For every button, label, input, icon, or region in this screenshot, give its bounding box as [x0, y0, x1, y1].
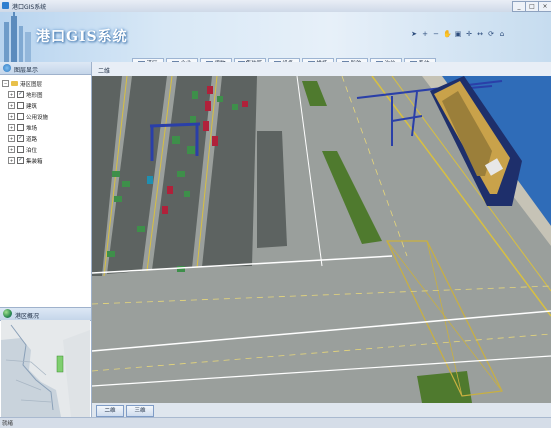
layer-panel-title: 图层显示 — [14, 67, 39, 74]
layer-checkbox[interactable] — [17, 102, 24, 109]
refresh-icon[interactable]: ⟳ — [487, 30, 495, 38]
layer-item[interactable]: + 建筑 — [2, 100, 91, 111]
layer-item[interactable]: + 堆场 — [2, 122, 91, 133]
expand-icon[interactable]: + — [8, 91, 15, 98]
close-button[interactable]: × — [538, 1, 551, 12]
layer-panel-header: 图层显示 — [0, 62, 91, 75]
expand-icon[interactable]: + — [8, 124, 15, 131]
layer-checkbox[interactable] — [17, 146, 24, 153]
layer-item[interactable]: + ✓ 地形图 — [2, 89, 91, 100]
layer-checkbox[interactable]: ✓ — [17, 135, 24, 142]
overview-title: 港区概况 — [15, 313, 40, 320]
maximize-button[interactable]: □ — [525, 1, 539, 12]
expand-icon[interactable]: + — [8, 102, 15, 109]
layer-label: 公用设施 — [26, 114, 49, 121]
layer-label: 堆场 — [26, 125, 38, 132]
layer-label: 地形图 — [26, 92, 43, 99]
status-bar: 就绪 — [0, 417, 551, 428]
tab-2d[interactable]: 二维 — [98, 66, 110, 75]
measure-icon[interactable]: ↔ — [476, 30, 484, 38]
expand-icon[interactable]: + — [8, 157, 15, 164]
layer-checkbox[interactable] — [17, 113, 24, 120]
layer-item[interactable]: + 泊位 — [2, 144, 91, 155]
skyline-logo — [4, 12, 31, 62]
expand-icon[interactable]: + — [8, 146, 15, 153]
tree-root-label: 港区图层 — [20, 81, 43, 88]
app-icon — [2, 2, 9, 9]
tree-root[interactable]: − 港区图层 — [2, 78, 91, 89]
layer-checkbox[interactable] — [17, 124, 24, 131]
window-title: 港口GIS系统 — [12, 4, 47, 11]
layer-checkbox[interactable]: ✓ — [17, 157, 24, 164]
layer-item[interactable]: + ✓ 道路 — [2, 133, 91, 144]
layer-label: 泊位 — [26, 147, 38, 154]
map-toolbar: ➤ + − ✋ ▣ ✛ ↔ ⟳ ⌂ — [410, 30, 506, 38]
expand-icon[interactable]: + — [8, 113, 15, 120]
view-2d-button[interactable]: 二维 — [96, 405, 124, 417]
layers-icon[interactable]: ▣ — [454, 30, 462, 38]
layer-label: 建筑 — [26, 103, 38, 110]
layer-label: 道路 — [26, 136, 38, 143]
zoom-in-icon[interactable]: + — [421, 30, 429, 38]
overview-header: 港区概况 — [0, 307, 91, 321]
globe-icon — [3, 64, 11, 72]
layer-checkbox[interactable]: ✓ — [17, 91, 24, 98]
view-tab-bar: 二维 — [92, 62, 551, 77]
zoom-out-icon[interactable]: − — [432, 30, 440, 38]
layer-label: 集装箱 — [26, 158, 43, 165]
port-3d-viewport[interactable] — [92, 76, 551, 403]
select-icon[interactable]: ➤ — [410, 30, 418, 38]
minimize-button[interactable]: _ — [512, 1, 526, 12]
home-icon[interactable]: ⌂ — [498, 30, 506, 38]
collapse-icon[interactable]: − — [2, 80, 9, 87]
app-banner: 港口GIS系统 ➤ + − ✋ ▣ ✛ ↔ ⟳ ⌂ 港区 企业 货物 集装箱 设… — [0, 12, 551, 70]
expand-icon[interactable]: + — [8, 135, 15, 142]
view-3d-button[interactable]: 三维 — [126, 405, 154, 417]
layer-item[interactable]: + 公用设施 — [2, 111, 91, 122]
app-title: 港口GIS系统 — [36, 29, 128, 45]
layer-tree: − 港区图层 + ✓ 地形图 + 建筑 + 公用设施 + 堆场 + ✓ 道路 +… — [0, 75, 91, 166]
center-icon[interactable]: ✛ — [465, 30, 473, 38]
pan-icon[interactable]: ✋ — [443, 30, 452, 38]
status-text: 就绪 — [2, 421, 14, 427]
layer-panel: 图层显示 − 港区图层 + ✓ 地形图 + 建筑 + 公用设施 + 堆场 + ✓… — [0, 62, 92, 417]
overview-minimap[interactable] — [1, 320, 90, 417]
earth-icon — [3, 309, 12, 318]
view-switch-bar: 二维 三维 — [92, 403, 551, 417]
layer-item[interactable]: + ✓ 集装箱 — [2, 155, 91, 166]
folder-icon — [11, 81, 18, 86]
